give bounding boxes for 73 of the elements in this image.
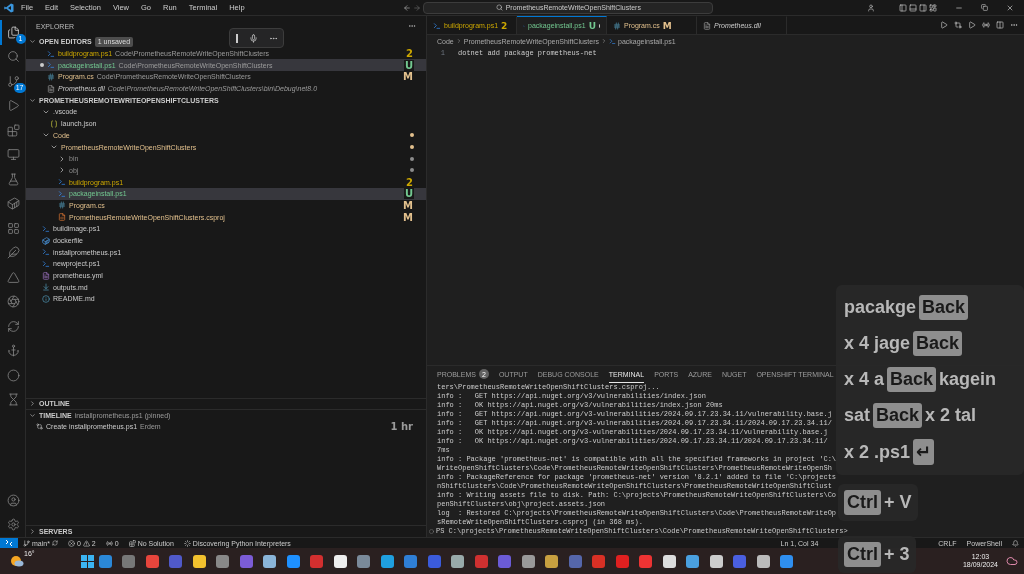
error-icon — [67, 539, 75, 547]
git-status: 2 — [405, 48, 414, 60]
account-icon[interactable] — [867, 3, 875, 12]
warning-icon — [82, 539, 90, 547]
git-status: M — [402, 71, 414, 83]
git-status: 2 — [501, 20, 508, 31]
app-icon[interactable] — [709, 554, 723, 568]
git-status: 2 — [405, 176, 414, 188]
typed-text: + V — [884, 492, 912, 513]
typed-text: kagein — [939, 368, 997, 390]
sync-icon — [51, 540, 58, 546]
typed-text: x 4 jage — [844, 332, 911, 354]
remote-button[interactable] — [0, 538, 18, 548]
typed-text: x 2 .ps1 — [844, 441, 911, 463]
key-cap: Back — [913, 330, 963, 356]
key-cap: Back — [873, 403, 923, 429]
broadcast-icon — [105, 539, 113, 547]
app-icon[interactable] — [333, 554, 347, 568]
key-cap: Back — [887, 366, 937, 392]
chevron-right-icon — [455, 38, 462, 44]
app-icon[interactable] — [263, 554, 277, 568]
windows-start-icon[interactable] — [80, 554, 94, 568]
git-status: M — [662, 20, 672, 31]
app-icon[interactable] — [521, 554, 535, 568]
close-icon[interactable] — [1006, 3, 1014, 12]
key-cap: Ctrl — [844, 490, 881, 515]
git-status: M — [402, 199, 414, 211]
layout-icon[interactable] — [929, 3, 937, 12]
key-cap: ↵ — [913, 439, 935, 466]
broadcast-icon[interactable] — [982, 21, 990, 29]
cursor-icon[interactable] — [235, 33, 238, 43]
panel-left-icon[interactable] — [899, 3, 907, 12]
circle-icon — [429, 529, 434, 534]
restore-icon[interactable] — [981, 4, 988, 11]
search-icon — [495, 4, 503, 11]
weather-icon[interactable] — [10, 555, 24, 567]
bell-icon[interactable] — [1012, 539, 1019, 547]
mic-icon[interactable] — [248, 33, 258, 43]
app-icon[interactable] — [545, 554, 559, 568]
panel-right-icon[interactable] — [919, 3, 927, 12]
chevron-down-icon — [29, 38, 36, 46]
app-icon[interactable] — [662, 554, 676, 568]
terminal-icon — [609, 37, 616, 45]
app-icon[interactable] — [686, 554, 700, 568]
typed-text: + 3 — [884, 544, 910, 565]
app-icon[interactable] — [756, 554, 770, 568]
git-status: U — [588, 20, 596, 31]
app-icon[interactable] — [451, 554, 465, 568]
git-status: U — [403, 188, 414, 200]
play-icon[interactable] — [940, 21, 948, 29]
typed-text: x 2 tal — [925, 405, 977, 427]
git-status: M — [402, 211, 414, 223]
app-icon[interactable] — [192, 554, 206, 568]
spinner-icon — [183, 539, 191, 547]
remote-icon — [5, 539, 13, 547]
more-icon[interactable] — [408, 22, 416, 30]
app-logo-icon — [4, 2, 14, 13]
cloud-icon[interactable] — [1006, 555, 1018, 567]
blocks-icon — [128, 539, 136, 547]
chevron-right-icon — [601, 38, 607, 44]
git-status: U — [403, 59, 414, 71]
key-cap: Ctrl — [844, 542, 881, 567]
panel-bottom-icon[interactable] — [909, 3, 917, 12]
split-editor-icon[interactable] — [996, 21, 1004, 29]
typed-text: x 4 a — [844, 368, 885, 390]
branch-icon — [23, 539, 30, 547]
typed-text: pacakge — [844, 296, 917, 318]
more-icon[interactable] — [1010, 21, 1018, 29]
typed-text: sat — [844, 405, 870, 427]
key-cap: Back — [919, 294, 969, 320]
compare-icon[interactable] — [954, 21, 962, 29]
play-icon[interactable] — [968, 21, 976, 29]
back-icon[interactable] — [403, 3, 412, 12]
